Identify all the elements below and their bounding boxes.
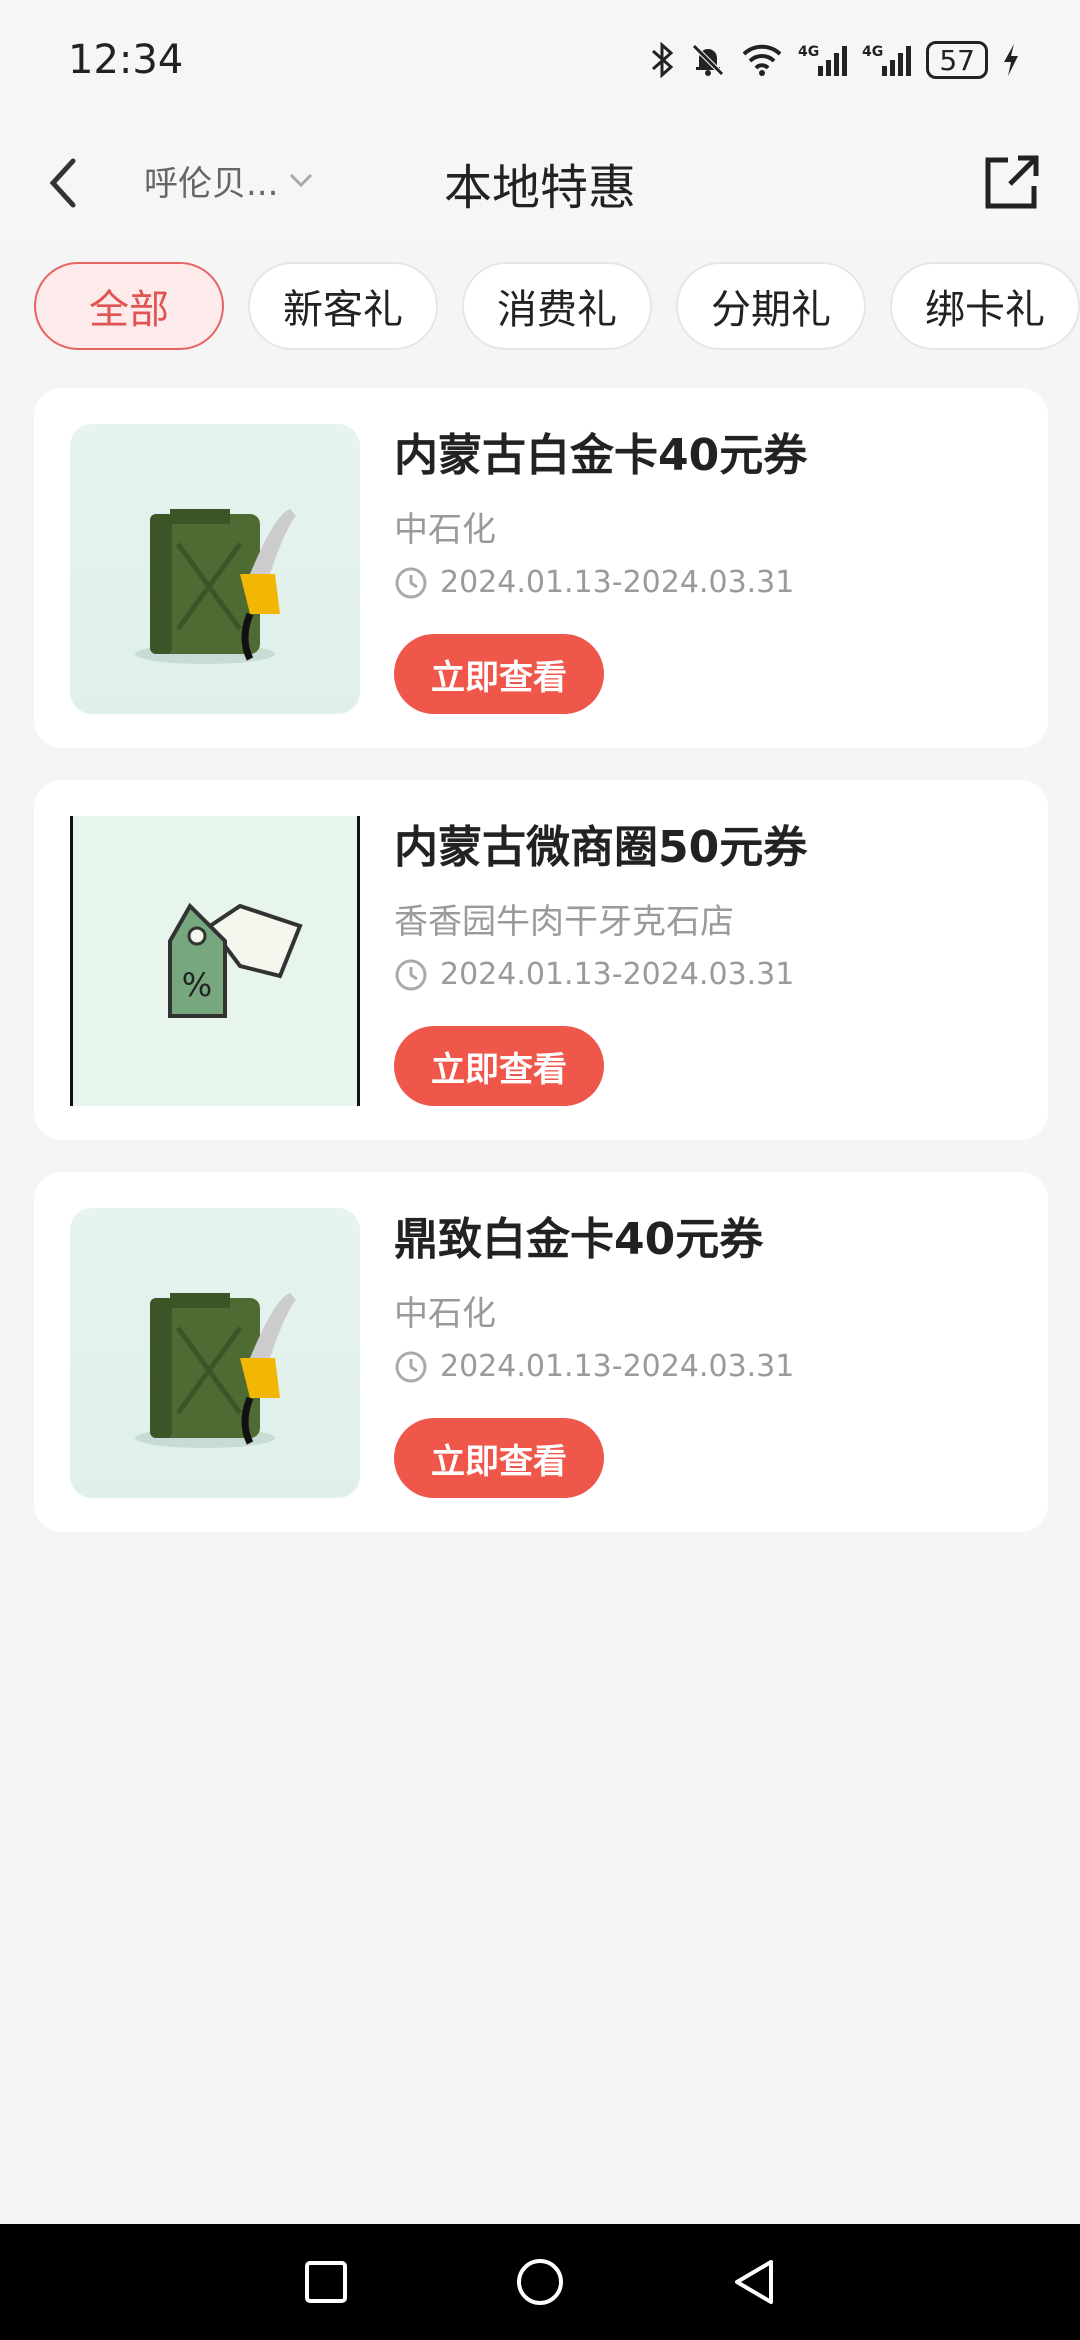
coupon-date-range: 2024.01.13-2024.03.31 xyxy=(440,1349,795,1384)
clock-icon xyxy=(395,567,427,598)
coupon-card[interactable]: 内蒙古白金卡40元券 中石化 2024.01.13-2024.03.31 立即查… xyxy=(34,388,1048,748)
recent-apps-button[interactable] xyxy=(303,2259,349,2305)
signal-4g-icon: 4G xyxy=(798,42,848,78)
mute-icon xyxy=(690,42,726,78)
coupon-merchant: 香香园牛肉干牙克石店 xyxy=(394,902,734,942)
coupon-date-range: 2024.01.13-2024.03.31 xyxy=(440,957,795,992)
circle-icon xyxy=(517,2259,563,2305)
charging-icon xyxy=(1002,42,1020,78)
clock-icon xyxy=(395,1351,427,1382)
svg-text:4G: 4G xyxy=(798,44,819,60)
coupon-date-range: 2024.01.13-2024.03.31 xyxy=(440,565,795,600)
wifi-icon xyxy=(740,42,784,78)
coupon-merchant: 中石化 xyxy=(394,510,496,550)
share-button[interactable] xyxy=(974,144,1050,220)
system-nav-bar xyxy=(0,2224,1080,2340)
bluetooth-icon xyxy=(650,42,676,78)
coupon-title: 鼎致白金卡40元券 xyxy=(394,1214,764,1265)
view-now-button[interactable]: 立即查看 xyxy=(394,634,604,714)
tab-bind-card[interactable]: 绑卡礼 xyxy=(890,262,1080,350)
view-now-button[interactable]: 立即查看 xyxy=(394,1418,604,1498)
fuel-can-icon xyxy=(70,1208,360,1498)
discount-tag-icon: % xyxy=(70,816,360,1106)
battery-icon: 57 xyxy=(926,41,988,79)
svg-text:4G: 4G xyxy=(862,44,883,60)
share-icon xyxy=(985,155,1039,209)
square-icon xyxy=(305,2261,347,2303)
coupon-list: 内蒙古白金卡40元券 中石化 2024.01.13-2024.03.31 立即查… xyxy=(34,388,1048,1564)
clock-icon xyxy=(395,959,427,990)
status-time: 12:34 xyxy=(68,37,184,83)
fuel-can-icon xyxy=(70,424,360,714)
tab-installment[interactable]: 分期礼 xyxy=(676,262,866,350)
coupon-title: 内蒙古白金卡40元券 xyxy=(394,430,808,481)
triangle-back-icon xyxy=(735,2260,773,2304)
tab-new-customer[interactable]: 新客礼 xyxy=(248,262,438,350)
view-now-button[interactable]: 立即查看 xyxy=(394,1026,604,1106)
tab-spending[interactable]: 消费礼 xyxy=(462,262,652,350)
battery-level: 57 xyxy=(939,43,975,77)
svg-text:%: % xyxy=(182,966,212,1004)
back-nav-button[interactable] xyxy=(731,2257,777,2307)
status-bar: 12:34 4G 4G 57 xyxy=(0,0,1080,120)
signal-4g-icon: 4G xyxy=(862,42,912,78)
category-tabs: 全部 新客礼 消费礼 分期礼 绑卡礼 xyxy=(0,240,1080,366)
status-icons: 4G 4G 57 xyxy=(650,41,1020,79)
coupon-merchant: 中石化 xyxy=(394,1294,496,1334)
coupon-title: 内蒙古微商圈50元券 xyxy=(394,822,808,873)
home-button[interactable] xyxy=(515,2257,565,2307)
coupon-card[interactable]: % 内蒙古微商圈50元券 香香园牛肉干牙克石店 2024.01.13-2024.… xyxy=(34,780,1048,1140)
tab-all[interactable]: 全部 xyxy=(34,262,224,350)
coupon-card[interactable]: 鼎致白金卡40元券 中石化 2024.01.13-2024.03.31 立即查看 xyxy=(34,1172,1048,1532)
page-title: 本地特惠 xyxy=(443,160,636,216)
page-header: 呼伦贝... 本地特惠 xyxy=(0,120,1080,240)
